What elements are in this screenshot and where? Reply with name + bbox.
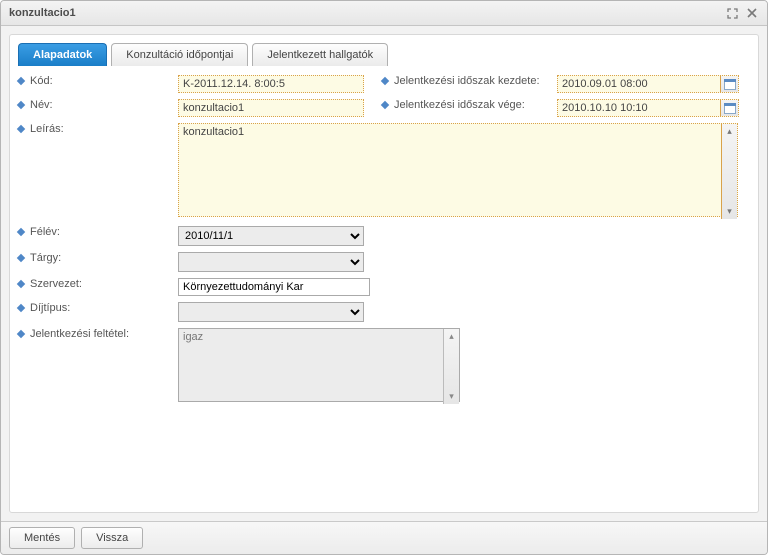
calendar-icon [724, 103, 736, 114]
field-kod [178, 75, 368, 93]
row-felev: Félév: 2010/11/1 [18, 223, 750, 249]
required-icon [17, 254, 25, 262]
szervezet-input[interactable] [178, 278, 370, 296]
label-nev: Név: [18, 99, 178, 111]
label-dijtipus: Díjtípus: [18, 302, 178, 314]
label-kod-text: Kód: [30, 75, 53, 87]
label-jel-kezdete-text: Jelentkezési időszak kezdete: [394, 75, 540, 87]
label-leiras: Leírás: [18, 123, 178, 135]
footer: Mentés Vissza [1, 521, 767, 554]
label-szervezet-text: Szervezet: [30, 278, 82, 290]
close-icon[interactable] [745, 6, 759, 20]
field-targy [178, 252, 364, 272]
leiras-textarea[interactable] [178, 123, 738, 217]
label-kod: Kód: [18, 75, 178, 87]
window-body: Alapadatok Konzultáció időpontjai Jelent… [9, 34, 759, 513]
required-icon [17, 101, 25, 109]
label-felev-text: Félév: [30, 226, 60, 238]
required-icon [17, 304, 25, 312]
jel-kezdete-input-wrap [557, 75, 739, 93]
scroll-down-icon[interactable]: ▾ [446, 391, 457, 402]
label-jel-feltetel-text: Jelentkezési feltétel: [30, 328, 129, 340]
label-targy-text: Tárgy: [30, 252, 61, 264]
field-jel-vege [557, 99, 739, 117]
row-nev: Név: Jelentkezési időszak vége: [18, 96, 750, 120]
field-szervezet [178, 278, 370, 296]
label-felev: Félév: [18, 226, 178, 238]
jel-vege-input-wrap [557, 99, 739, 117]
jel-kezdete-input[interactable] [558, 76, 720, 92]
label-szervezet: Szervezet: [18, 278, 178, 290]
dijtipus-select[interactable] [178, 302, 364, 322]
label-jel-kezdete: Jelentkezési időszak kezdete: [382, 75, 557, 87]
jel-feltetel-textarea [178, 328, 460, 402]
tab-jelentkezett-hallgatok[interactable]: Jelentkezett hallgatók [252, 43, 388, 66]
row-szervezet: Szervezet: [18, 275, 750, 299]
required-icon [381, 101, 389, 109]
titlebar-icons [725, 6, 759, 20]
row-kod: Kód: Jelentkezési időszak kezdete: [18, 72, 750, 96]
required-icon [17, 330, 25, 338]
window-title: konzultacio1 [9, 7, 76, 19]
label-dijtipus-text: Díjtípus: [30, 302, 70, 314]
kod-input[interactable] [178, 75, 364, 93]
field-jel-kezdete [557, 75, 739, 93]
jel-vege-calendar-button[interactable] [720, 100, 738, 116]
label-jel-vege: Jelentkezési időszak vége: [382, 99, 557, 111]
back-button[interactable]: Vissza [81, 527, 143, 549]
tabstrip: Alapadatok Konzultáció időpontjai Jelent… [18, 43, 750, 66]
row-targy: Tárgy: [18, 249, 750, 275]
required-icon [17, 228, 25, 236]
save-button[interactable]: Mentés [9, 527, 75, 549]
required-icon [17, 125, 25, 133]
label-targy: Tárgy: [18, 252, 178, 264]
scroll-down-icon[interactable]: ▾ [724, 206, 735, 217]
window-frame: konzultacio1 Alapadatok Konzultáció időp… [0, 0, 768, 555]
required-icon [17, 77, 25, 85]
required-icon [17, 280, 25, 288]
titlebar: konzultacio1 [1, 1, 767, 26]
row-dijtipus: Díjtípus: [18, 299, 750, 325]
felev-select[interactable]: 2010/11/1 [178, 226, 364, 246]
field-jel-feltetel: ▴ ▾ [178, 328, 460, 405]
form-area: Kód: Jelentkezési időszak kezdete: [18, 72, 750, 408]
field-leiras: ▴ ▾ [178, 123, 738, 220]
label-jel-vege-text: Jelentkezési időszak vége: [394, 99, 525, 111]
targy-select[interactable] [178, 252, 364, 272]
nev-input[interactable] [178, 99, 364, 117]
scroll-up-icon[interactable]: ▴ [724, 126, 735, 137]
scroll-up-icon[interactable]: ▴ [446, 331, 457, 342]
field-nev [178, 99, 368, 117]
jel-kezdete-calendar-button[interactable] [720, 76, 738, 92]
label-leiras-text: Leírás: [30, 123, 64, 135]
tab-alapadatok[interactable]: Alapadatok [18, 43, 107, 66]
field-felev: 2010/11/1 [178, 226, 364, 246]
field-dijtipus [178, 302, 364, 322]
label-nev-text: Név: [30, 99, 53, 111]
row-jel-feltetel: Jelentkezési feltétel: ▴ ▾ [18, 325, 750, 408]
tab-konzultacio-idopontjai[interactable]: Konzultáció időpontjai [111, 43, 248, 66]
required-icon [381, 77, 389, 85]
jel-vege-input[interactable] [558, 100, 720, 116]
calendar-icon [724, 79, 736, 90]
row-leiras: Leírás: ▴ ▾ [18, 120, 750, 223]
label-jel-feltetel: Jelentkezési feltétel: [18, 328, 178, 340]
expand-icon[interactable] [725, 6, 739, 20]
